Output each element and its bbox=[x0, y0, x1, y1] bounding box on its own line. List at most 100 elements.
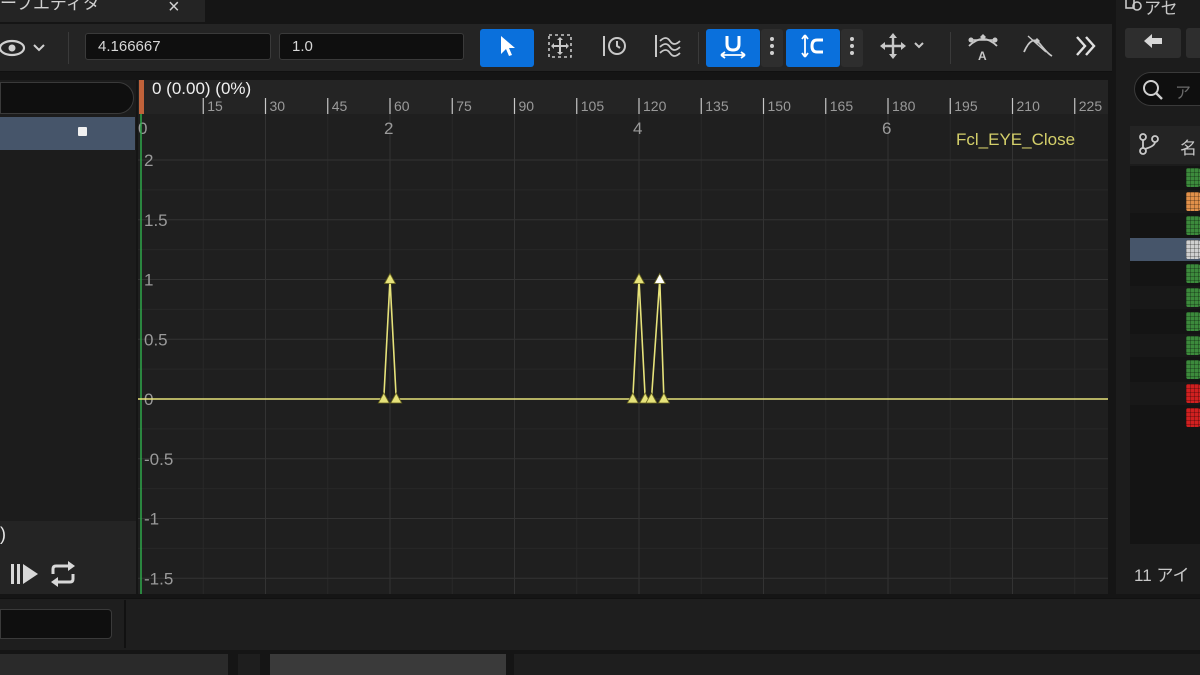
asset-thumbnail-icon bbox=[1186, 192, 1200, 211]
time-readout-fragment: ) bbox=[0, 524, 6, 544]
ruler-label: 180 bbox=[892, 98, 916, 114]
bottom-input-field[interactable] bbox=[0, 609, 112, 639]
ruler-label: 195 bbox=[954, 98, 978, 114]
asset-row[interactable] bbox=[1130, 334, 1200, 357]
asset-row[interactable] bbox=[1130, 166, 1200, 189]
curve-key bbox=[657, 392, 671, 404]
y-axis-label: -0.5 bbox=[144, 450, 173, 469]
forward-button[interactable] bbox=[1186, 28, 1200, 58]
svg-text:A: A bbox=[978, 49, 987, 62]
more-tools-button[interactable] bbox=[1068, 29, 1104, 67]
curve-graph-area[interactable]: 15 30 45 60 75 90 105 120 135 150 165 180 195 210 225 … bbox=[138, 79, 1200, 609]
transform-tool-button[interactable] bbox=[540, 29, 580, 67]
asset-row[interactable] bbox=[1130, 262, 1200, 285]
asset-thumbnail-icon bbox=[1186, 384, 1200, 403]
y-axis-label: 1.5 bbox=[144, 211, 168, 230]
ruler-label: 135 bbox=[705, 98, 729, 114]
curve-search-input[interactable] bbox=[0, 82, 134, 114]
eye-icon[interactable] bbox=[0, 36, 50, 65]
asset-thumbnail-icon bbox=[1186, 264, 1200, 283]
ruler-label: 15 bbox=[207, 98, 223, 114]
break-tangent-button[interactable] bbox=[1016, 29, 1058, 67]
curve-tree-item-selected[interactable] bbox=[0, 117, 135, 150]
multi-curve-tool-button[interactable] bbox=[648, 29, 688, 67]
asset-thumbnail-icon bbox=[1186, 360, 1200, 379]
ruler-label: 105 bbox=[581, 98, 605, 114]
ruler-label: 90 bbox=[519, 98, 535, 114]
asset-row[interactable] bbox=[1130, 286, 1200, 309]
time-input[interactable] bbox=[85, 33, 271, 60]
retime-tool-button[interactable] bbox=[594, 29, 634, 67]
tab-title: ーブエディタ bbox=[0, 0, 100, 13]
curve-key bbox=[390, 392, 403, 404]
kebab-icon bbox=[849, 35, 855, 62]
asset-row[interactable] bbox=[1130, 406, 1200, 429]
wave-icon bbox=[652, 31, 684, 66]
value-snap-options-button[interactable] bbox=[841, 29, 863, 67]
name-column-header[interactable]: 名 bbox=[1180, 134, 1197, 159]
lower-tab-active[interactable] bbox=[270, 654, 506, 675]
asset-list bbox=[1130, 166, 1200, 544]
select-tool-button[interactable] bbox=[480, 29, 534, 67]
asset-row[interactable] bbox=[1130, 310, 1200, 333]
time-snap-button[interactable] bbox=[706, 29, 760, 67]
branch-icon[interactable] bbox=[1138, 132, 1160, 161]
curve-key bbox=[383, 272, 397, 284]
asset-search-placeholder: ア bbox=[1175, 85, 1192, 102]
asset-thumbnail-icon bbox=[1186, 168, 1200, 187]
tab-close-button[interactable]: × bbox=[168, 0, 180, 19]
asset-count: 11 アイ bbox=[1134, 566, 1190, 585]
curve-graph[interactable]: 15 30 45 60 75 90 105 120 135 150 165 180 195 210 225 … bbox=[138, 80, 1200, 609]
ruler-label: 120 bbox=[643, 98, 667, 114]
magnet-horizontal-icon bbox=[718, 31, 748, 66]
tangent-auto-icon: A bbox=[966, 30, 1000, 67]
transform-icon bbox=[545, 31, 575, 66]
lower-tab[interactable] bbox=[238, 654, 260, 675]
asset-thumbnail-icon bbox=[1186, 312, 1200, 331]
y-axis-label: 0.5 bbox=[144, 330, 168, 349]
kebab-icon bbox=[769, 35, 775, 62]
bottom-panel bbox=[0, 598, 1200, 650]
asset-thumbnail-icon bbox=[1186, 240, 1200, 259]
arrow-left-icon bbox=[1141, 31, 1165, 56]
asset-list-header: 名 bbox=[1130, 126, 1200, 164]
content-browser-tab[interactable]: アセ bbox=[1144, 0, 1178, 19]
x-axis-label: 6 bbox=[882, 119, 891, 138]
asset-row[interactable] bbox=[1130, 214, 1200, 237]
axis-snap-dropdown[interactable] bbox=[872, 29, 932, 67]
curve-name-label: Fcl_EYE_Close bbox=[956, 130, 1076, 149]
asset-row[interactable] bbox=[1130, 382, 1200, 405]
bottom-divider bbox=[124, 600, 126, 648]
curve-key bbox=[626, 392, 639, 404]
clock-icon bbox=[599, 31, 629, 66]
asset-thumbnail-icon bbox=[1186, 288, 1200, 307]
auto-tangent-button[interactable]: A bbox=[962, 29, 1004, 67]
lower-tab[interactable] bbox=[0, 654, 228, 675]
time-snap-options-button[interactable] bbox=[761, 29, 783, 67]
curve-key-marker bbox=[78, 127, 87, 136]
back-button[interactable] bbox=[1125, 28, 1181, 58]
lower-tab[interactable] bbox=[514, 654, 1200, 675]
ruler-label: 150 bbox=[768, 98, 792, 114]
asset-thumbnail-icon bbox=[1186, 216, 1200, 235]
y-axis-label: 2 bbox=[144, 151, 153, 170]
value-snap-button[interactable] bbox=[786, 29, 840, 67]
curve-tree-panel bbox=[0, 80, 136, 594]
asset-row[interactable] bbox=[1130, 238, 1200, 261]
x-axis-label: 2 bbox=[384, 119, 393, 138]
editor-tab[interactable]: ーブエディタ × bbox=[0, 0, 205, 22]
magnet-vertical-icon bbox=[798, 31, 828, 66]
ruler-label: 210 bbox=[1017, 98, 1041, 114]
asset-thumbnail-icon bbox=[1186, 408, 1200, 427]
toolbar-divider bbox=[68, 32, 69, 64]
asset-search-input[interactable]: ア bbox=[1134, 72, 1200, 106]
asset-row[interactable] bbox=[1130, 358, 1200, 381]
asset-row[interactable] bbox=[1130, 190, 1200, 213]
play-next-icon[interactable] bbox=[8, 560, 42, 593]
x-axis-label: 4 bbox=[633, 119, 642, 138]
x-axis-label: 0 bbox=[138, 119, 147, 138]
value-input[interactable] bbox=[279, 33, 464, 60]
y-axis-label: -1.5 bbox=[144, 569, 173, 588]
y-axis-label: 1 bbox=[144, 271, 153, 290]
loop-icon[interactable] bbox=[48, 560, 78, 593]
